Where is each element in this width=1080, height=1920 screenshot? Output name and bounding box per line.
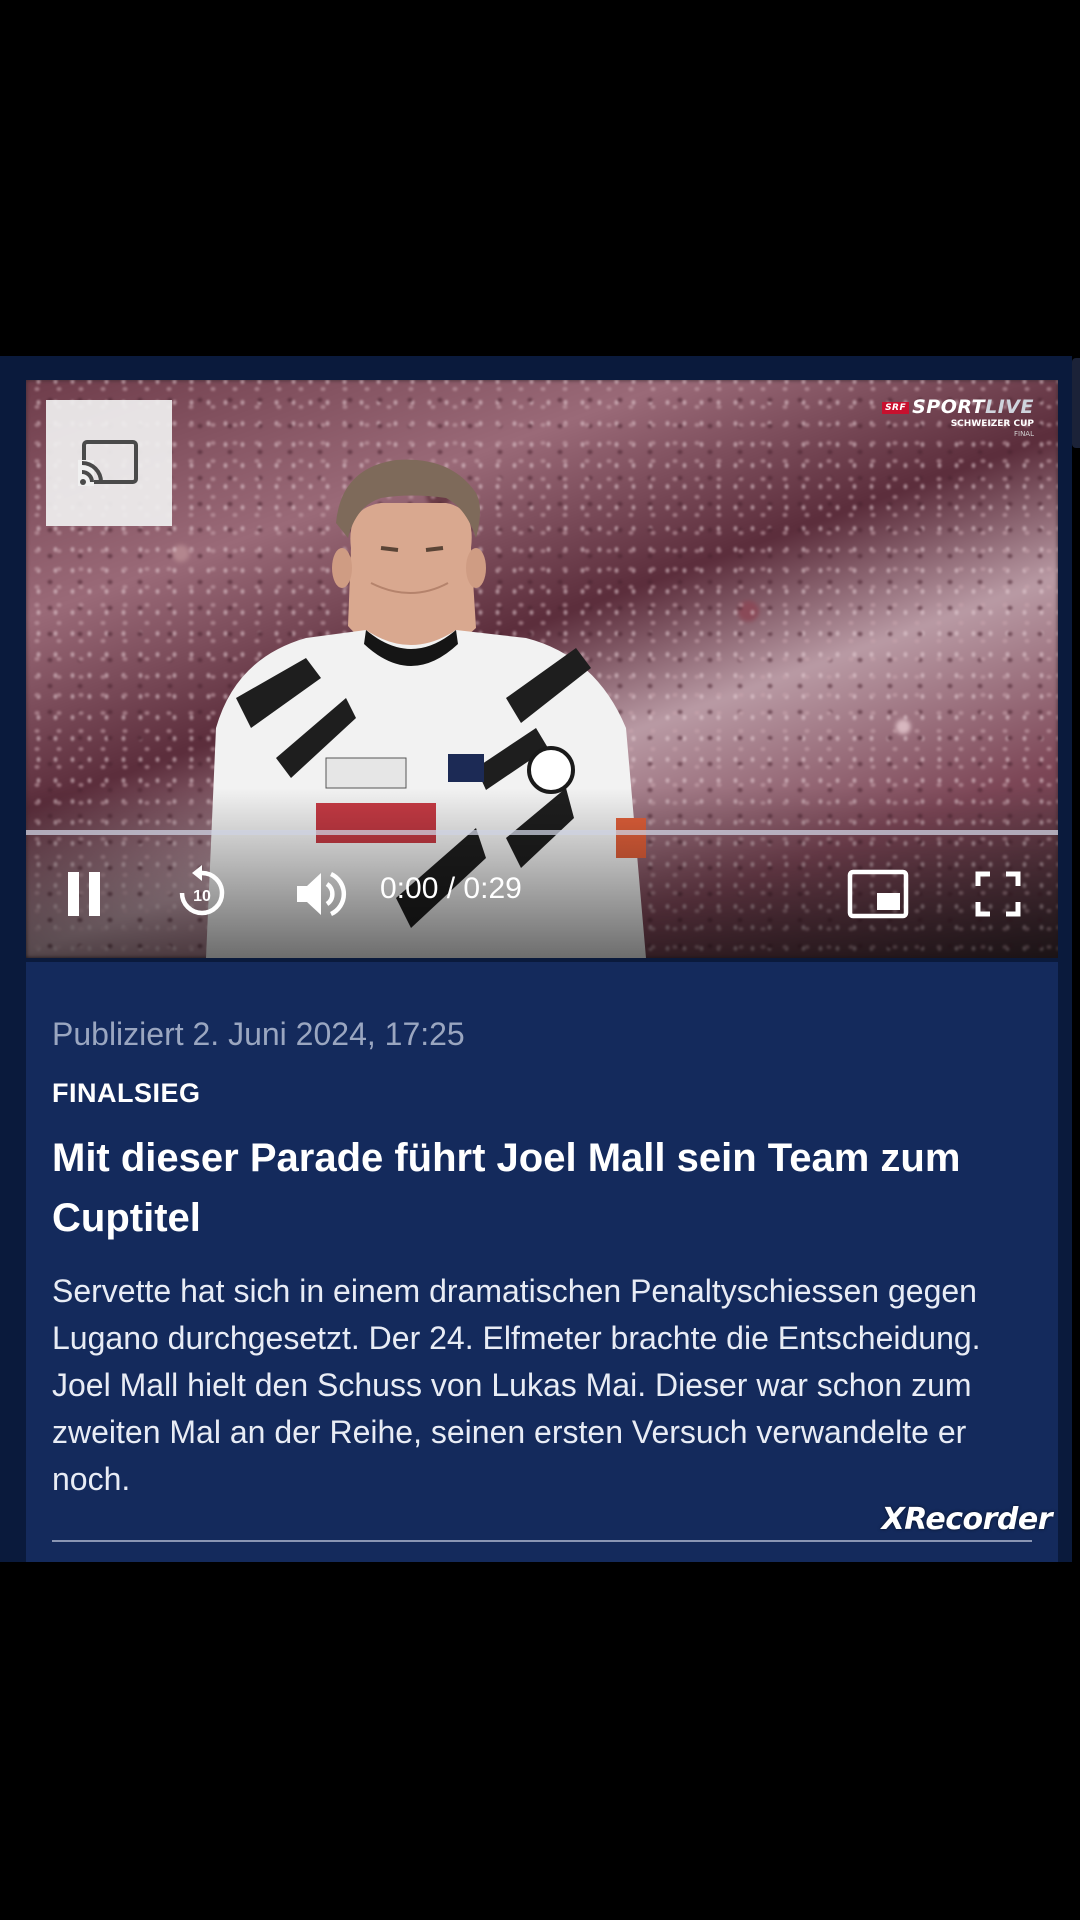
article-kicker: FINALSIEG [52,1078,201,1108]
cast-icon [78,440,138,486]
recorder-watermark: XRecorder [881,1502,1053,1537]
video-progress-bar[interactable] [26,830,1058,835]
srf-badge: SRF [882,401,910,414]
current-time: 0:00 [380,872,439,905]
broadcaster-logo: SRF SPORTLIVE SCHWEIZER CUP FINAL [882,396,1034,438]
rewind-10-icon: 10 [179,865,225,916]
brand-live: LIVE [985,396,1034,418]
cast-button[interactable] [46,400,172,526]
pause-button[interactable] [56,866,112,922]
article-lead: Servette hat sich in einem dramatischen … [52,1273,981,1497]
article-divider [52,1540,1032,1542]
picture-in-picture-icon [847,869,909,919]
fullscreen-button[interactable] [970,866,1026,922]
stage-label: FINAL [1013,430,1034,438]
edge-panel-handle[interactable] [1072,358,1080,448]
picture-in-picture-button[interactable] [846,866,910,922]
pause-icon [68,872,100,916]
brand-main: SPORT [912,396,986,418]
volume-icon [297,871,347,917]
time-separator: / [446,872,456,905]
fullscreen-icon [975,871,1021,917]
duration: 0:29 [463,872,522,905]
video-time: 0:00 / 0:29 [380,872,522,906]
event-label: SCHWEIZER CUP [950,419,1034,429]
published-date: Publiziert 2. Juni 2024, 17:25 [52,1016,465,1052]
volume-button[interactable] [292,866,348,922]
rewind-10-label: 10 [193,888,211,905]
article-headline[interactable]: Mit dieser Parade führt Joel Mall sein T… [52,1128,1012,1248]
rewind-10-button[interactable]: 10 [172,862,232,922]
